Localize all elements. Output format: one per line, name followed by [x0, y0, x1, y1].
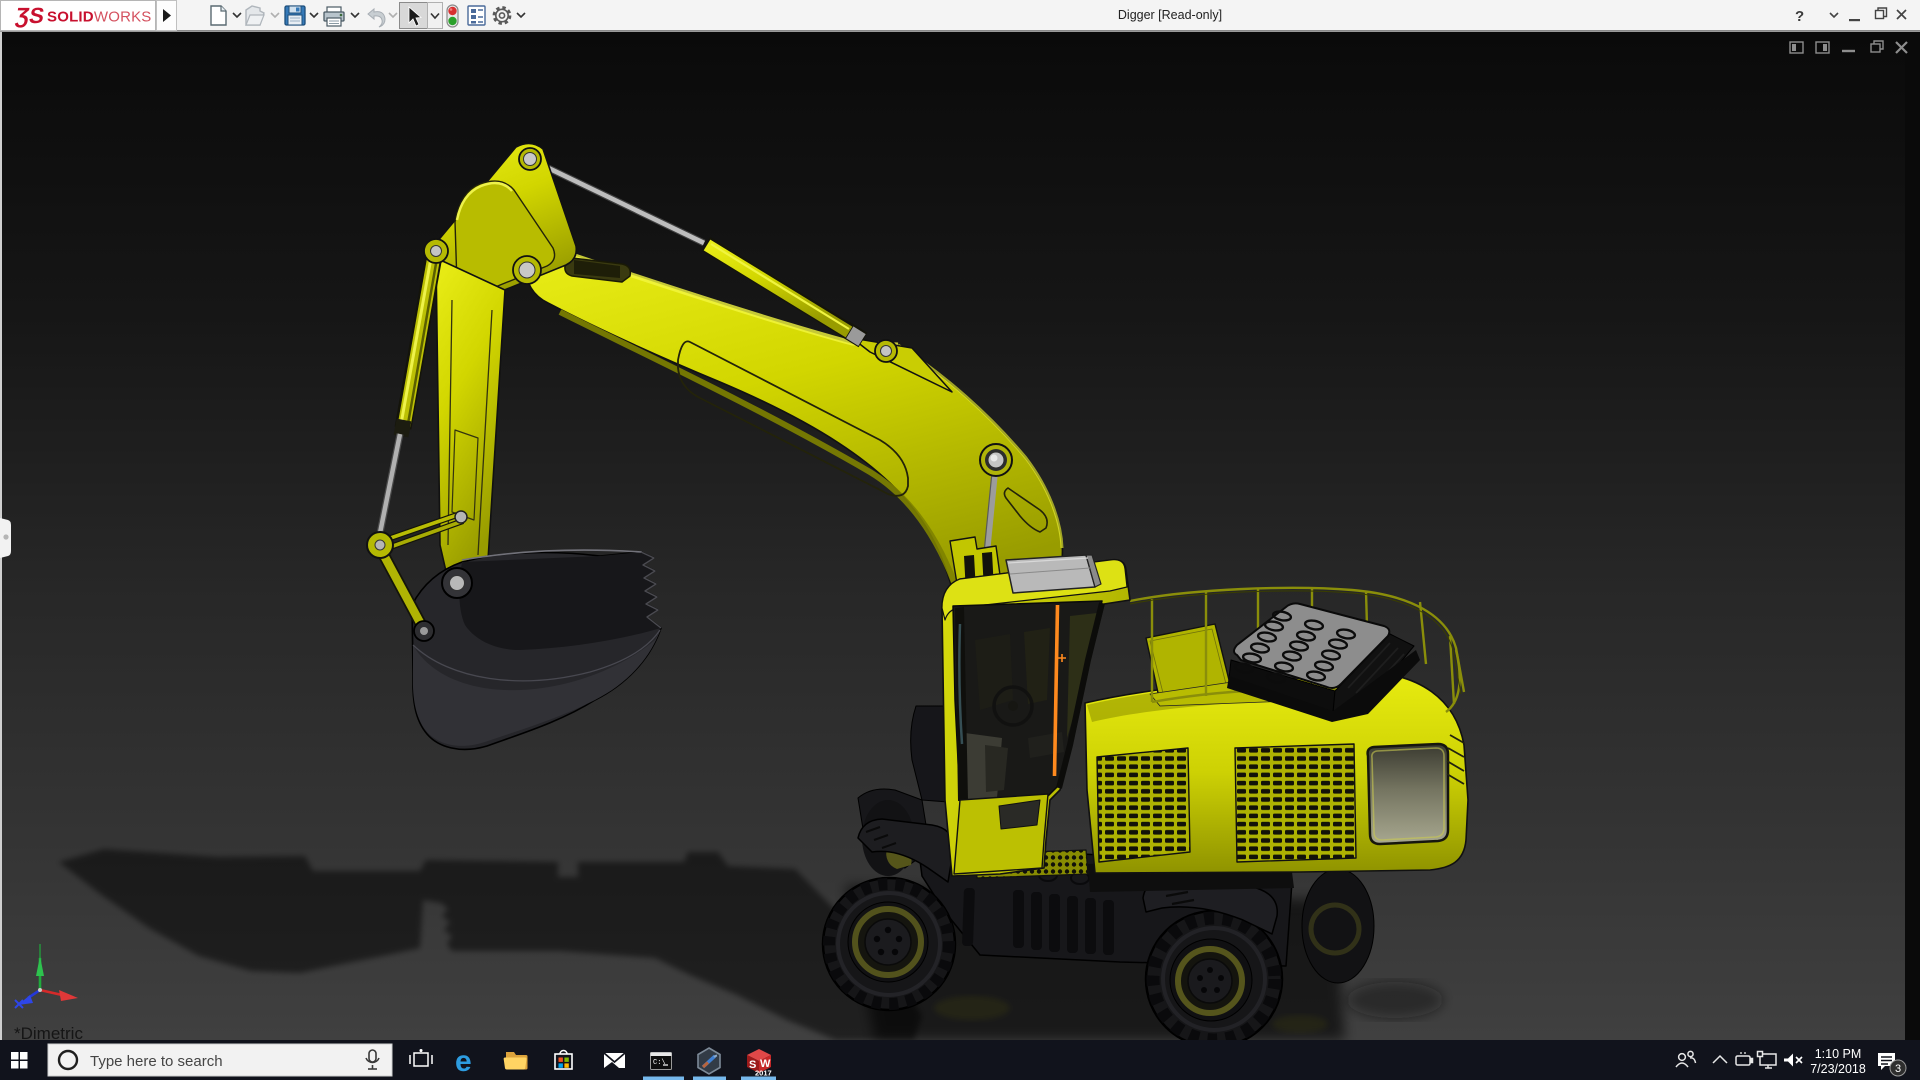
svg-text:SOLIDWORKS: SOLIDWORKS [47, 9, 152, 26]
svg-text:e: e [455, 1045, 472, 1078]
svg-text:3: 3 [1895, 1063, 1901, 1075]
svg-text:Type here to search: Type here to search [90, 1053, 223, 1070]
svg-text:7/23/2018: 7/23/2018 [1810, 1062, 1866, 1076]
svg-text:*Dimetric: *Dimetric [14, 1024, 83, 1040]
svg-text:2017: 2017 [755, 1069, 772, 1078]
svg-text:C:\: C:\ [653, 1059, 666, 1067]
svg-text:?: ? [1795, 8, 1804, 25]
svg-text:1:10 PM: 1:10 PM [1815, 1047, 1862, 1061]
svg-text:ƷS: ƷS [14, 3, 46, 28]
